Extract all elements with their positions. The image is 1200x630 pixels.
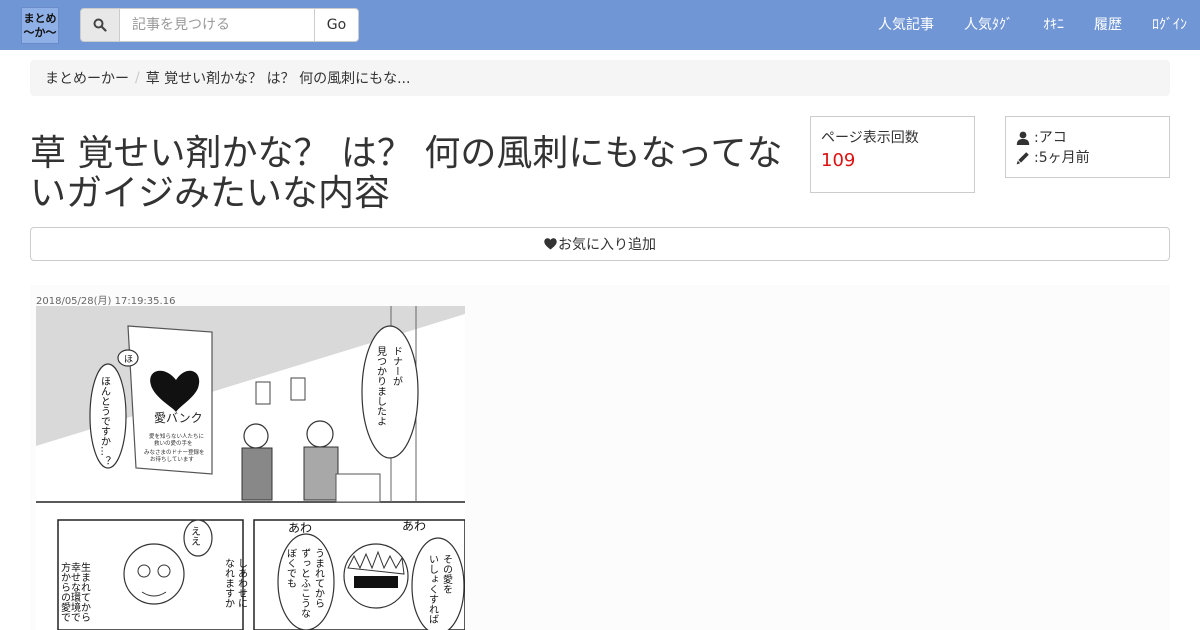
page-views-panel: ページ表示回数 109 <box>810 116 975 193</box>
manga-p2-text-9: その愛を <box>441 554 453 594</box>
manga-bubble-ho: ほ <box>124 354 133 365</box>
user-icon <box>1016 131 1030 145</box>
manga-image[interactable]: 愛バンク 愛を知らない人たちに 救いの愛の手を みなさまのドナー登録を お待ちし… <box>36 306 465 630</box>
breadcrumb-separator: / <box>135 70 140 86</box>
manga-sfx-awa: あわ <box>288 521 312 535</box>
nav-history[interactable]: 履歴 <box>1079 0 1137 50</box>
post-date: 2018/05/28(月) 17:19:35.16 <box>36 296 176 307</box>
nav-popular-articles[interactable]: 人気記事 <box>863 0 949 50</box>
manga-p2-text-8: ぼくでも <box>285 548 297 588</box>
heart-icon <box>544 238 557 250</box>
views-count: 109 <box>821 150 856 171</box>
manga-p2-text-10: いしょくすれば <box>427 554 439 624</box>
page-title: 草 覚せい剤かな？ は？ 何の風刺にもなってないガイジみたいな内容 <box>30 133 783 214</box>
nav-links: 人気記事 人気ﾀｸﾞ ｵｷﾆ 履歴 ﾛｸﾞｲﾝ <box>863 0 1200 50</box>
breadcrumb: まとめーかー / 草 覚せい剤かな？ は？ 何の風刺にもな... <box>30 60 1170 96</box>
manga-poster-title: 愛バンク <box>154 411 203 425</box>
breadcrumb-current: 草 覚せい剤かな？ は？ 何の風刺にもな... <box>145 71 411 87</box>
manga-bubble-ee: ええ <box>189 526 200 546</box>
author-row: :アコ <box>1016 128 1159 148</box>
nav-login[interactable]: ﾛｸﾞｲﾝ <box>1137 0 1200 50</box>
navbar: まとめ 〜か〜 Go 人気記事 人気ﾀｸﾞ ｵｷﾆ 履歴 ﾛｸﾞｲﾝ <box>0 0 1200 50</box>
manga-bubble-right-1: ドナーが <box>391 346 403 386</box>
manga-p2-text-7: ずっとふこうな <box>299 548 311 618</box>
author-panel: :アコ :5ヶ月前 <box>1005 116 1170 178</box>
pencil-icon <box>1016 152 1029 165</box>
search-icon <box>93 18 107 32</box>
manga-p2-text-4: しあわせに <box>236 558 248 608</box>
favorite-label: お気に入り追加 <box>558 237 656 253</box>
search-icon-button[interactable] <box>80 8 120 42</box>
breadcrumb-home[interactable]: まとめーかー <box>45 68 129 88</box>
manga-poster-text-4: お待ちしています <box>150 455 194 463</box>
manga-bubble-left: ほんとうですか…？ <box>99 376 111 466</box>
author-name[interactable]: :アコ <box>1034 128 1067 148</box>
search-input[interactable] <box>119 8 315 42</box>
add-favorite-button[interactable]: お気に入り追加 <box>30 227 1170 261</box>
posted-time: :5ヶ月前 <box>1034 150 1090 166</box>
manga-sfx-awa2: あわ <box>402 519 426 533</box>
posted-row: :5ヶ月前 <box>1016 148 1159 168</box>
nav-favorites[interactable]: ｵｷﾆ <box>1028 0 1079 50</box>
manga-p2-text-1: 生まれてから <box>79 561 91 622</box>
manga-p2-text-3: 方からの愛で <box>59 561 71 622</box>
manga-poster-text-1: 愛を知らない人たちに <box>149 432 204 440</box>
manga-p2-text-5: なれますか <box>223 558 235 608</box>
manga-poster-text-3: みなさまのドナー登録を <box>144 448 205 456</box>
nav-popular-tags[interactable]: 人気ﾀｸﾞ <box>949 0 1028 50</box>
manga-p2-text-6: うまれてから <box>313 548 325 608</box>
manga-p2-text-2: 幸せな環境で <box>69 562 81 622</box>
manga-poster-text-2: 救いの愛の手を <box>154 439 193 447</box>
views-label: ページ表示回数 <box>821 130 919 146</box>
manga-bubble-right-2: 見つかりましたよ <box>375 346 387 426</box>
site-logo[interactable]: まとめ 〜か〜 <box>21 7 59 44</box>
go-button[interactable]: Go <box>314 8 359 42</box>
